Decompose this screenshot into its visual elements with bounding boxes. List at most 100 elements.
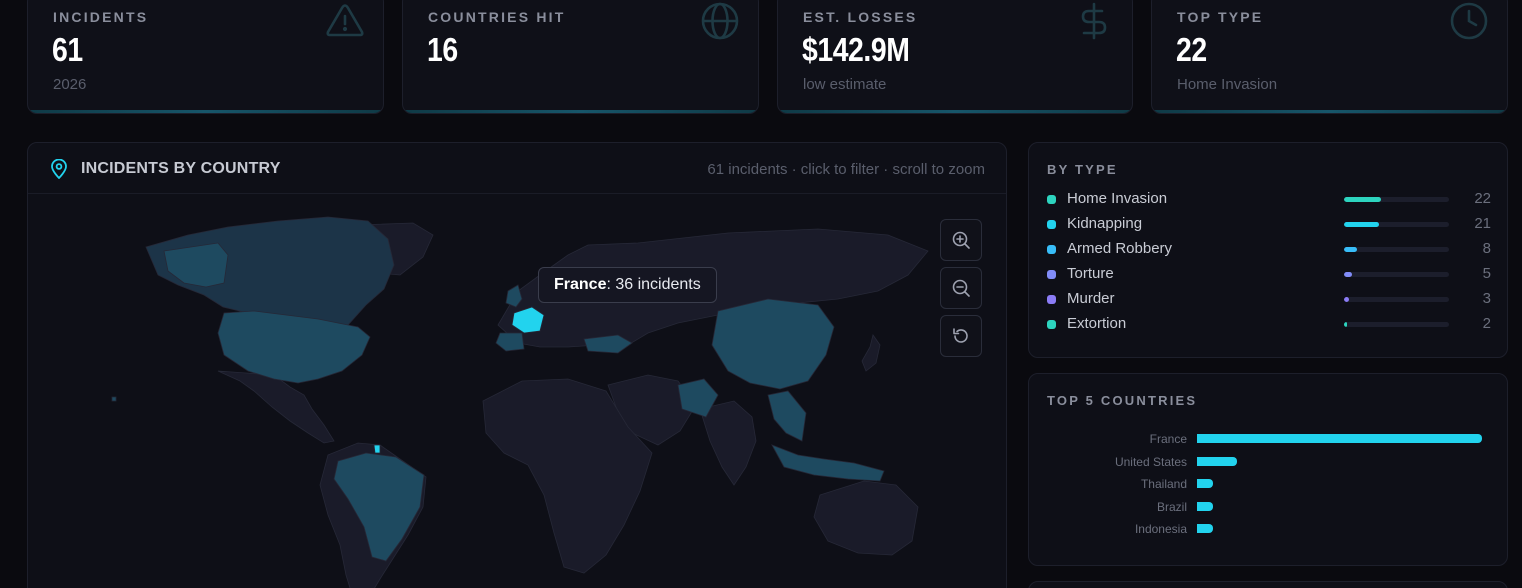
type-label: Armed Robbery — [1067, 240, 1173, 257]
accent-bar — [403, 110, 758, 113]
country-japan — [861, 334, 881, 372]
country-australia — [813, 480, 919, 556]
panel-title: INCIDENTS BY COUNTRY — [81, 160, 281, 177]
stat-label: EST. LOSSES — [803, 9, 918, 25]
country-china — [711, 298, 835, 390]
type-count: 2 — [1482, 315, 1491, 332]
country-thailand — [767, 390, 807, 442]
type-bar-fill — [1344, 247, 1358, 252]
panel-hint: 61 incidents · click to filter · scroll … — [707, 161, 985, 178]
type-label: Torture — [1067, 265, 1114, 282]
country-bar-row[interactable]: Brazil — [1029, 500, 1509, 514]
stat-value: $142.9M — [802, 31, 910, 68]
type-color-dot — [1047, 195, 1056, 204]
stat-card-top-type: TOP TYPE 22 Home Invasion — [1151, 0, 1508, 114]
type-label: Kidnapping — [1067, 215, 1143, 232]
stat-label: INCIDENTS — [53, 9, 149, 25]
type-color-dot — [1047, 220, 1056, 229]
type-row[interactable]: Home Invasion 22 — [1047, 189, 1491, 209]
tooltip-country: France — [554, 276, 607, 293]
type-bar-fill — [1344, 222, 1380, 227]
stat-value: 22 — [1176, 31, 1207, 68]
type-color-dot — [1047, 320, 1056, 329]
stat-sub: Home Invasion — [1177, 76, 1278, 93]
country-bar — [1197, 434, 1482, 443]
zoom-in-icon — [952, 231, 970, 249]
panel-header: INCIDENTS BY COUNTRY 61 incidents · clic… — [28, 143, 1006, 194]
country-hawaii — [111, 396, 117, 402]
country-india — [699, 400, 757, 486]
type-bar-track — [1344, 322, 1449, 327]
country-bar-row[interactable]: Indonesia — [1029, 522, 1509, 536]
type-row[interactable]: Murder 3 — [1047, 289, 1491, 309]
panel-title: BY TYPE — [1047, 162, 1118, 177]
type-count: 21 — [1474, 215, 1491, 232]
globe-icon — [700, 1, 740, 41]
country-bar-label: United States — [1114, 454, 1187, 469]
type-row[interactable]: Armed Robbery 8 — [1047, 239, 1491, 259]
stat-card-losses: EST. LOSSES $142.9M low estimate — [777, 0, 1133, 114]
type-color-dot — [1047, 245, 1056, 254]
country-bar-label: Indonesia — [1134, 522, 1187, 536]
type-bar-fill — [1344, 197, 1381, 202]
map-tooltip: France: 36 incidents — [538, 267, 717, 303]
country-spain — [495, 332, 525, 352]
type-label: Home Invasion — [1067, 190, 1168, 207]
country-bar-label: Brazil — [1156, 499, 1187, 514]
type-bar-track — [1344, 272, 1449, 277]
stat-card-incidents: INCIDENTS 61 2026 — [27, 0, 384, 114]
stat-label: TOP TYPE — [1177, 9, 1264, 25]
stat-card-countries: COUNTRIES HIT 16 — [402, 0, 759, 114]
by-type-panel: BY TYPE Home Invasion 22 Kidnapping 21 Armed… — [1028, 142, 1508, 358]
type-label: Murder — [1067, 290, 1115, 307]
type-bar-fill — [1344, 322, 1348, 327]
type-bar-fill — [1344, 297, 1349, 302]
dollar-icon — [1074, 1, 1114, 41]
clock-icon — [1449, 1, 1489, 41]
top-countries-panel: TOP 5 COUNTRIES France United States Thail… — [1028, 373, 1508, 566]
type-row[interactable]: Kidnapping 21 — [1047, 214, 1491, 234]
type-color-dot — [1047, 295, 1056, 304]
zoom-in-button[interactable] — [940, 219, 982, 261]
reset-icon — [953, 328, 968, 343]
accent-bar — [1152, 110, 1507, 113]
type-bar-track — [1344, 197, 1449, 202]
zoom-out-button[interactable] — [940, 267, 982, 309]
type-bar-fill — [1344, 272, 1353, 277]
warning-triangle-icon — [325, 1, 365, 41]
type-bar-track — [1344, 222, 1449, 227]
country-bar — [1197, 479, 1213, 488]
type-row[interactable]: Torture 5 — [1047, 264, 1491, 284]
incidents-map-panel: INCIDENTS BY COUNTRY 61 incidents · clic… — [27, 142, 1007, 588]
accent-bar — [28, 110, 383, 113]
country-bar — [1197, 501, 1213, 511]
country-bar-label: France — [1149, 432, 1187, 446]
country-bar-row[interactable]: United States — [1029, 455, 1509, 469]
type-count: 8 — [1482, 240, 1491, 257]
type-row[interactable]: Extortion 2 — [1047, 314, 1491, 334]
reset-view-button[interactable] — [940, 315, 982, 357]
type-bar-track — [1344, 247, 1449, 252]
next-panel — [1028, 581, 1508, 588]
accent-bar — [778, 110, 1132, 113]
country-bar-label: Thailand — [1140, 477, 1187, 491]
type-count: 22 — [1474, 190, 1491, 207]
stat-value: 16 — [427, 31, 458, 68]
country-french-guiana — [373, 444, 381, 454]
country-bar-row[interactable]: France — [1029, 432, 1509, 446]
country-bar — [1197, 524, 1213, 533]
country-bar-row[interactable]: Thailand — [1029, 477, 1509, 491]
country-indonesia — [771, 444, 885, 482]
country-bar — [1197, 456, 1237, 466]
stat-sub: 2026 — [53, 76, 87, 93]
type-bar-track — [1344, 297, 1449, 302]
type-label: Extortion — [1067, 315, 1127, 332]
map-pin-icon — [51, 159, 67, 179]
stat-value: 61 — [52, 31, 83, 68]
stat-sub: low estimate — [803, 76, 887, 93]
type-color-dot — [1047, 270, 1056, 279]
zoom-out-icon — [952, 279, 970, 297]
world-map[interactable] — [28, 195, 1007, 588]
stat-label: COUNTRIES HIT — [428, 9, 566, 25]
panel-title: TOP 5 COUNTRIES — [1047, 393, 1198, 408]
